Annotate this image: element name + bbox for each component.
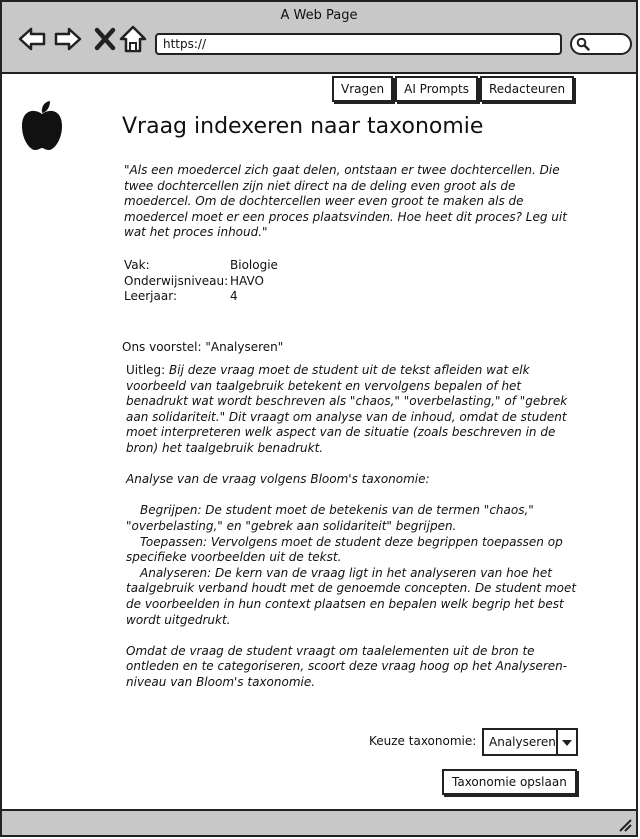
proposal-explanation: Uitleg: Bij deze vraag moet de student u…: [126, 363, 578, 690]
close-icon[interactable]: [91, 24, 121, 54]
chevron-down-icon: [562, 740, 572, 746]
meta-value: Biologie: [230, 258, 278, 272]
conclusion-paragraph: Omdat de vraag de student vraagt om taal…: [126, 643, 568, 689]
taxonomy-proposal: Ons voorstel: "Analyseren": [122, 340, 284, 354]
question-text: "Als een moedercel zich gaat delen, onts…: [124, 163, 567, 240]
search-field[interactable]: [570, 33, 632, 55]
forward-icon[interactable]: [53, 24, 83, 54]
main-navigation: Vragen AI Prompts Redacteuren: [332, 76, 575, 102]
bloom-begrijpen: Begrijpen: De student moet de betekenis …: [126, 503, 534, 533]
search-icon: [576, 37, 590, 51]
uitleg-label: Uitleg:: [126, 363, 170, 377]
tab-vragen[interactable]: Vragen: [332, 76, 394, 102]
meta-row-leerjaar: Leerjaar: 4: [124, 289, 278, 305]
meta-value: 4: [230, 289, 238, 304]
uitleg-text: Bij deze vraag moet de student uit de te…: [126, 363, 568, 455]
bloom-toepassen: Toepassen: Vervolgens moet de student de…: [126, 534, 563, 565]
back-icon[interactable]: [17, 24, 47, 54]
address-bar[interactable]: https://: [155, 33, 562, 55]
meta-label: Leerjaar:: [124, 289, 177, 304]
home-icon[interactable]: [118, 24, 148, 54]
bloom-heading: Analyse van de vraag volgens Bloom's tax…: [126, 472, 430, 487]
browser-window: A Web Page https:// Vragen AI Prompts Re…: [0, 0, 638, 837]
tab-ai-prompts[interactable]: AI Prompts: [395, 76, 478, 102]
meta-label: Vak:: [124, 258, 150, 272]
dropdown-toggle[interactable]: [556, 730, 576, 754]
question-metadata: Vak: Biologie Onderwijsniveau: HAVO Leer…: [124, 258, 278, 305]
meta-row-vak: Vak: Biologie: [124, 258, 278, 274]
meta-value: HAVO: [230, 273, 264, 288]
apple-logo-icon: [22, 101, 62, 150]
taxonomy-select-value: Analyseren: [489, 735, 556, 749]
title-bar: A Web Page https://: [2, 2, 636, 74]
window-title: A Web Page: [280, 8, 358, 23]
meta-label: Onderwijsniveau:: [124, 273, 229, 288]
bloom-analyseren: Analyseren: De kern van de vraag ligt in…: [126, 565, 577, 627]
save-taxonomy-button[interactable]: Taxonomie opslaan: [442, 769, 577, 795]
status-bar: [2, 809, 636, 835]
tab-redacteuren[interactable]: Redacteuren: [479, 76, 575, 102]
meta-row-onderwijsniveau: Onderwijsniveau: HAVO: [124, 274, 278, 290]
resize-grip-icon[interactable]: [616, 816, 632, 832]
page-title: Vraag indexeren naar taxonomie: [122, 114, 484, 139]
uitleg-paragraph: Uitleg: Bij deze vraag moet de student u…: [126, 363, 578, 457]
taxonomy-choice-label: Keuze taxonomie:: [369, 734, 477, 748]
taxonomy-select[interactable]: Analyseren: [482, 728, 578, 756]
